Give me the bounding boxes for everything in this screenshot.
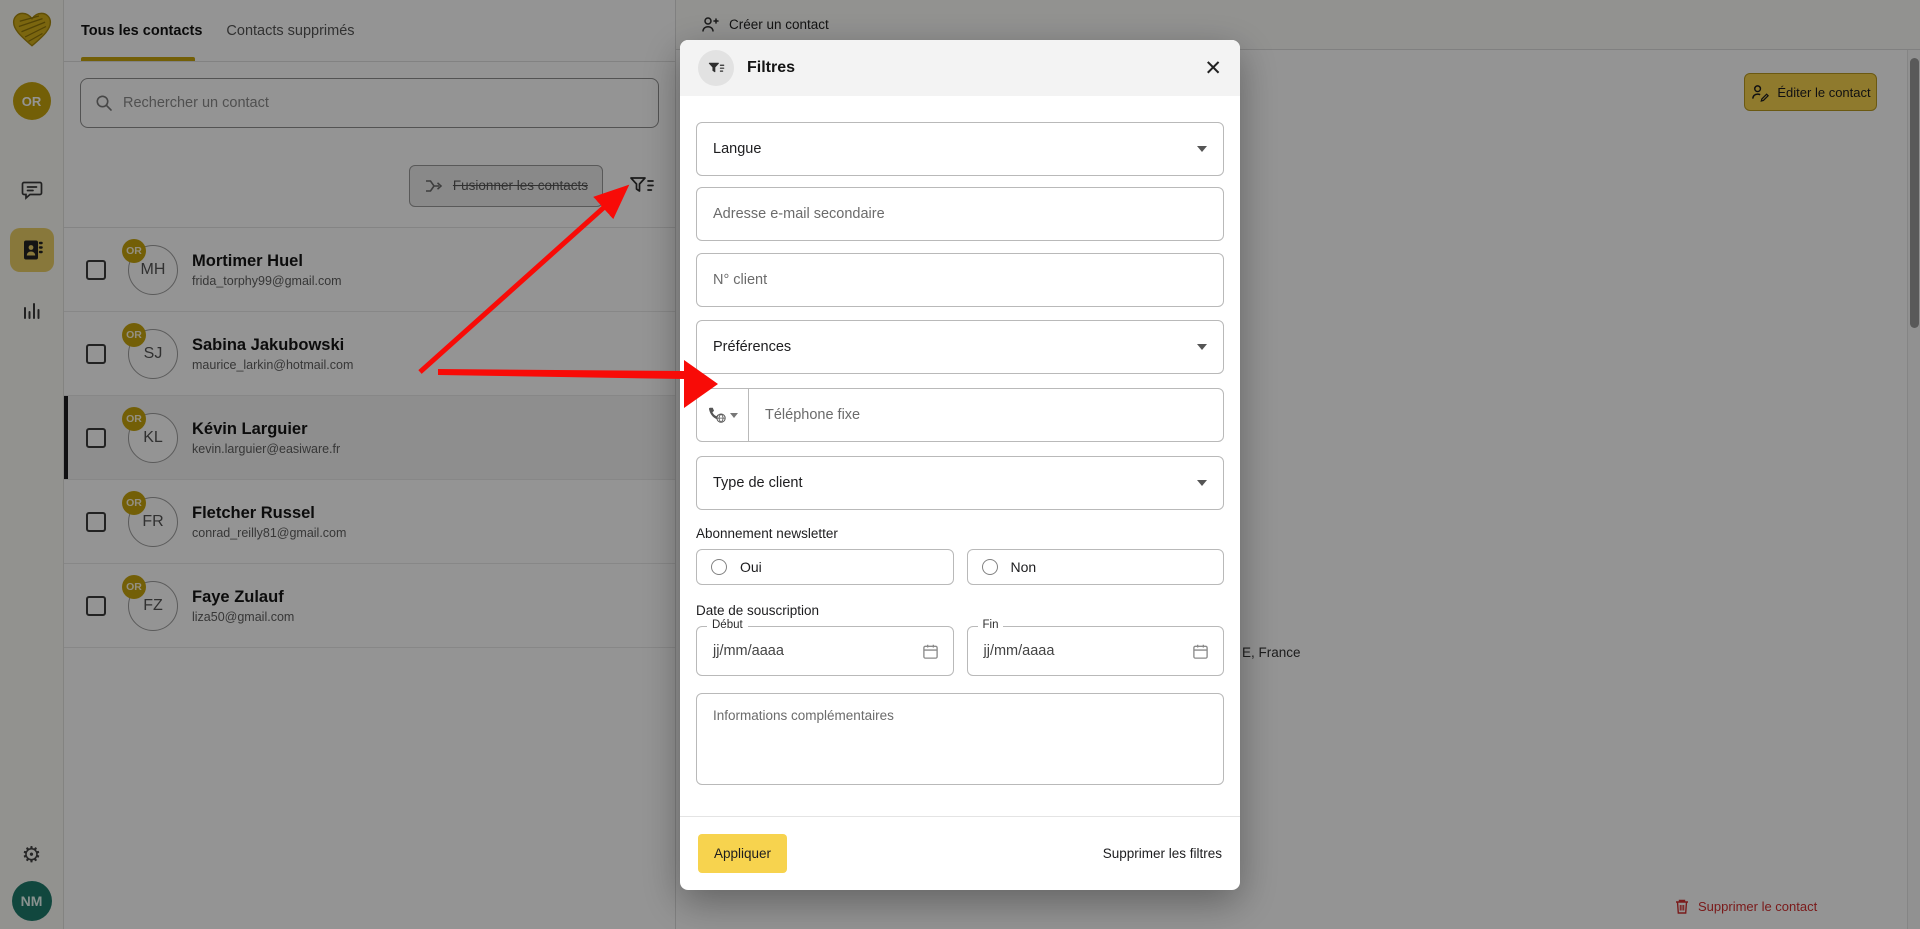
subscription-end-date-input[interactable]: Fin jj/mm/aaaa (967, 626, 1225, 676)
end-date-placeholder: jj/mm/aaaa (984, 643, 1055, 659)
end-date-label: Fin (978, 619, 1004, 631)
landline-phone-field[interactable]: Téléphone fixe (696, 388, 1224, 442)
radio-circle-icon (982, 559, 998, 575)
country-code-select[interactable] (697, 389, 749, 441)
newsletter-no-radio[interactable]: Non (967, 549, 1225, 585)
start-date-placeholder: jj/mm/aaaa (713, 643, 784, 659)
radio-circle-icon (711, 559, 727, 575)
landline-phone-placeholder: Téléphone fixe (749, 407, 860, 423)
clear-filters-link[interactable]: Supprimer les filtres (1103, 846, 1222, 861)
newsletter-section-label: Abonnement newsletter (696, 526, 1224, 541)
calendar-icon[interactable] (922, 643, 939, 660)
newsletter-yes-label: Oui (740, 559, 762, 575)
phone-globe-icon (707, 406, 727, 424)
newsletter-no-label: Non (1011, 559, 1037, 575)
additional-info-textarea[interactable]: Informations complémentaires (696, 693, 1224, 785)
secondary-email-placeholder: Adresse e-mail secondaire (713, 206, 885, 222)
filters-modal-footer: Appliquer Supprimer les filtres (680, 816, 1240, 890)
additional-info-placeholder: Informations complémentaires (713, 708, 894, 723)
secondary-email-input[interactable]: Adresse e-mail secondaire (696, 187, 1224, 241)
client-number-input[interactable]: N° client (696, 253, 1224, 307)
chevron-down-icon (1197, 146, 1207, 152)
filter-icon (708, 61, 725, 76)
chevron-down-icon (730, 413, 738, 418)
filters-modal-header: Filtres ✕ (680, 40, 1240, 96)
chevron-down-icon (1197, 480, 1207, 486)
start-date-label: Début (707, 619, 748, 631)
preferences-select-label: Préférences (713, 339, 791, 355)
language-select-label: Langue (713, 141, 761, 157)
calendar-icon[interactable] (1192, 643, 1209, 660)
close-icon[interactable]: ✕ (1204, 58, 1222, 79)
modal-title: Filtres (747, 59, 795, 77)
filters-form: Langue Adresse e-mail secondaire N° clie… (680, 96, 1240, 890)
client-type-select[interactable]: Type de client (696, 456, 1224, 510)
client-type-select-label: Type de client (713, 475, 802, 491)
client-number-placeholder: N° client (713, 272, 767, 288)
filter-badge (698, 50, 734, 86)
apply-filters-button[interactable]: Appliquer (698, 834, 787, 873)
newsletter-yes-radio[interactable]: Oui (696, 549, 954, 585)
filters-modal: Filtres ✕ Langue Adresse e-mail secondai… (680, 40, 1240, 890)
language-select[interactable]: Langue (696, 122, 1224, 176)
preferences-select[interactable]: Préférences (696, 320, 1224, 374)
subscription-start-date-input[interactable]: Début jj/mm/aaaa (696, 626, 954, 676)
subscription-section-label: Date de souscription (696, 603, 1224, 618)
chevron-down-icon (1197, 344, 1207, 350)
